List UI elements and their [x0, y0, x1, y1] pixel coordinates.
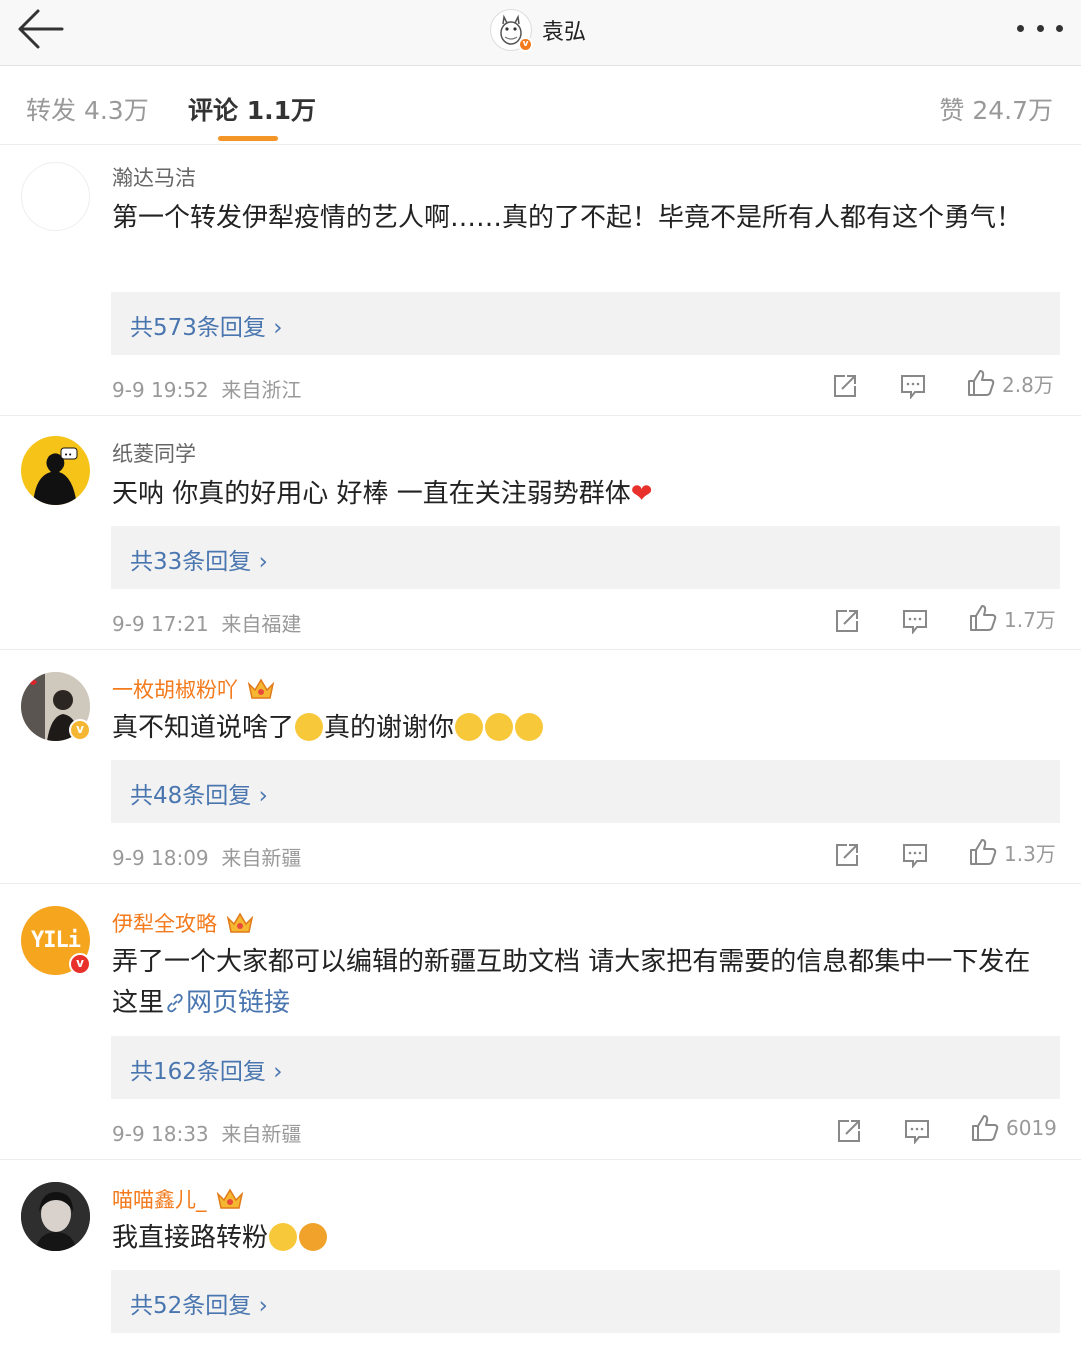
comment-icon[interactable] — [900, 371, 926, 401]
vip-crown-icon — [226, 912, 254, 933]
avatar[interactable] — [21, 1182, 90, 1251]
profile-name[interactable]: 袁弘 — [542, 14, 586, 46]
web-link[interactable]: 网页链接 — [164, 988, 290, 1018]
thumbs-up-icon — [972, 1115, 999, 1141]
avatar[interactable]: •• — [21, 436, 90, 505]
avatar[interactable] — [21, 162, 90, 231]
thumbs-up-icon — [970, 605, 997, 631]
share-icon[interactable] — [832, 371, 858, 401]
crying-emoji-icon — [485, 713, 514, 741]
comment-text: 第一个转发伊犁疫情的艺人啊……真的了不起！毕竟不是所有人都有这个勇气！ — [112, 203, 1023, 233]
replies-link[interactable]: 共48条回复 › — [130, 776, 268, 810]
comment-item: YILi v 伊犁全攻略 弄了一个大家都可以编辑的新疆互助文档 请大家把有需要的… — [0, 884, 1081, 1160]
like-button[interactable]: 6019 — [970, 1113, 1057, 1143]
top-bar: v 袁弘 — [0, 0, 1081, 66]
share-icon[interactable] — [836, 1116, 862, 1146]
tab-reposts[interactable]: 转发 4.3万 — [26, 91, 149, 127]
replies-box[interactable]: 共33条回复 › — [111, 526, 1060, 589]
comment-icon[interactable] — [904, 1116, 930, 1146]
like-button[interactable]: 1.3万 — [968, 837, 1056, 867]
avatar[interactable]: v — [21, 672, 91, 741]
crying-emoji-icon — [515, 713, 544, 741]
comment-meta: 9-9 18:33 来自新疆 — [112, 1122, 302, 1146]
tab-likes[interactable]: 赞 24.7万 — [939, 91, 1053, 127]
avatar-logo-text: YILi — [31, 928, 81, 953]
comment-item: •• 纸菱同学 天呐 你真的好用心 好棒 一直在关注弱势群体❤ 共33条回复 ›… — [0, 416, 1081, 650]
comment-item: 瀚达马洁 第一个转发伊犁疫情的艺人啊……真的了不起！毕竟不是所有人都有这个勇气！… — [0, 146, 1081, 416]
replies-link[interactable]: 共573条回复 › — [130, 308, 282, 342]
comment-item: 喵喵鑫儿_ 我直接路转粉 共52条回复 › — [0, 1160, 1081, 1345]
crying-emoji-icon — [455, 713, 484, 741]
replies-box[interactable]: 共52条回复 › — [111, 1270, 1060, 1333]
photo-avatar-icon — [21, 1182, 90, 1251]
comment-meta: 9-9 19:52 来自浙江 — [112, 378, 302, 402]
comment-text: 真不知道说啥了 真的谢谢你 — [112, 708, 1052, 749]
comment-text: 我直接路转粉 — [112, 1218, 1052, 1259]
like-count: 1.7万 — [1004, 607, 1056, 632]
verified-badge-icon: v — [69, 953, 91, 975]
comment-text: 天呐 你真的好用心 好棒 一直在关注弱势群体❤ — [112, 479, 653, 509]
cartoon-avatar-icon: •• — [33, 447, 78, 505]
commenter-name[interactable]: 纸菱同学 — [112, 438, 196, 468]
comment-text: 弄了一个大家都可以编辑的新疆互助文档 请大家把有需要的信息都集中一下发在这里 网页… — [112, 947, 1031, 1018]
commenter-name[interactable]: 喵喵鑫儿_ — [112, 1184, 245, 1214]
like-button[interactable]: 1.7万 — [968, 603, 1056, 633]
more-options-icon[interactable] — [1017, 22, 1063, 34]
avatar[interactable]: YILi v — [21, 906, 91, 975]
thumbs-up-icon — [970, 839, 997, 865]
thumbs-up-icon — [968, 370, 995, 396]
commenter-name[interactable]: 一枚胡椒粉吖 — [112, 674, 276, 704]
svg-text:••: •• — [64, 451, 72, 459]
comment-item: v 一枚胡椒粉吖 真不知道说啥了 真的谢谢你 共48条回复 › 9-9 18:09… — [0, 650, 1081, 884]
like-count: 6019 — [1006, 1116, 1057, 1140]
crying-emoji-icon — [295, 713, 324, 741]
like-count: 1.3万 — [1004, 841, 1056, 866]
comment-icon[interactable] — [902, 606, 928, 636]
vip-crown-icon — [247, 678, 275, 699]
profile-title[interactable]: v 袁弘 — [490, 6, 586, 54]
comment-meta: 9-9 17:21 来自福建 — [112, 612, 302, 636]
replies-box[interactable]: 共573条回复 › — [111, 292, 1060, 355]
replies-link[interactable]: 共52条回复 › — [130, 1286, 268, 1320]
back-arrow-icon[interactable] — [14, 6, 66, 52]
share-icon[interactable] — [834, 606, 860, 636]
like-count: 2.8万 — [1002, 372, 1054, 397]
comment-icon[interactable] — [902, 840, 928, 870]
tab-bar: 转发 4.3万 评论 1.1万 赞 24.7万 — [0, 67, 1081, 145]
profile-avatar[interactable]: v — [490, 9, 533, 52]
shouting-emoji-icon — [299, 1223, 328, 1251]
replies-link[interactable]: 共33条回复 › — [130, 542, 268, 576]
share-icon[interactable] — [834, 840, 860, 870]
replies-link[interactable]: 共162条回复 › — [130, 1052, 282, 1086]
link-icon — [167, 993, 183, 1013]
verified-badge-icon: v — [518, 37, 533, 52]
replies-box[interactable]: 共162条回复 › — [111, 1036, 1060, 1099]
comment-meta: 9-9 18:09 来自新疆 — [112, 846, 302, 870]
tab-comments[interactable]: 评论 1.1万 — [188, 91, 316, 127]
verified-badge-icon: v — [69, 719, 91, 741]
replies-box[interactable]: 共48条回复 › — [111, 760, 1060, 823]
active-tab-indicator — [218, 136, 278, 141]
vip-crown-icon — [216, 1188, 243, 1209]
commenter-name[interactable]: 伊犁全攻略 — [112, 908, 255, 938]
commenter-name[interactable]: 瀚达马洁 — [112, 162, 196, 192]
heart-icon: ❤ — [630, 479, 653, 509]
rolling-eyes-emoji-icon — [269, 1223, 298, 1251]
like-button[interactable]: 2.8万 — [966, 368, 1054, 398]
